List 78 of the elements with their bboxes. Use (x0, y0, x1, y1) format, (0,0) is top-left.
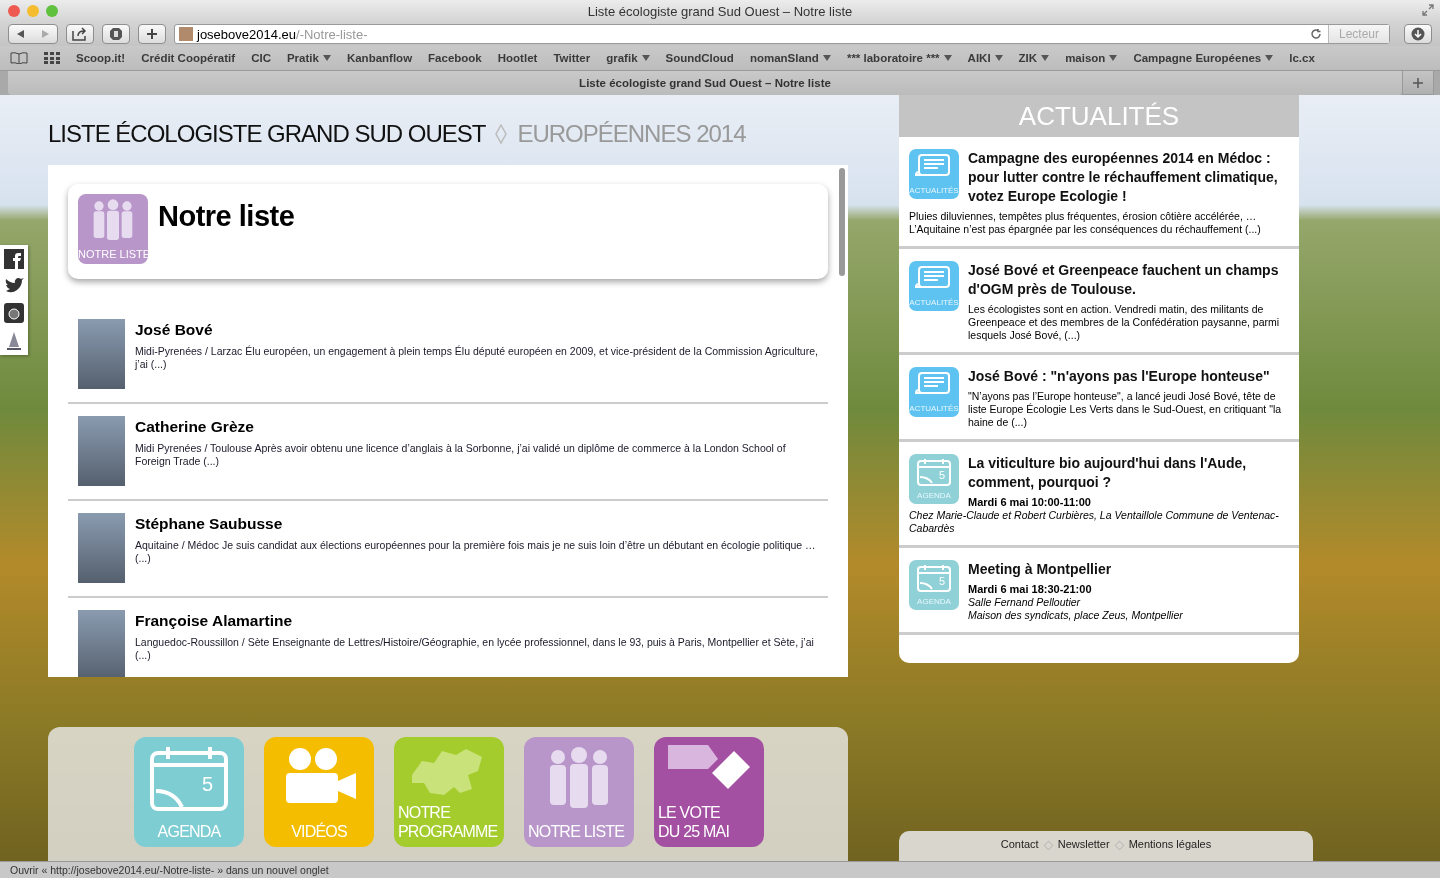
bookmark-item[interactable]: SoundCloud (665, 52, 734, 64)
candidate-name[interactable]: José Bové (135, 321, 818, 339)
status-text: Ouvrir « http://josebove2014.eu/-Notre-liste- » dans un nouvel onglet (10, 864, 329, 876)
bookmark-item[interactable]: ZIK (1018, 52, 1038, 64)
event-place: Chez Marie-Claude et Robert Curbières, La Ventaillole Commune de Ventenac-Cabardès (909, 509, 1280, 535)
photo-placeholder[interactable] (78, 416, 125, 486)
bookmark-item[interactable]: CIC (251, 52, 271, 64)
bookmark-item[interactable]: Pratik (286, 52, 319, 64)
hand-icon (109, 27, 123, 41)
candidate-summary: Aquitaine / Médoc Je suis candidat aux élections européennes pour la première fois mais je ne suis loin d’être un débutant en écologie politique … (...) (135, 539, 817, 565)
twitter-icon[interactable] (4, 277, 24, 295)
facebook-icon[interactable] (4, 249, 24, 269)
url-text: josebove2014.eu/-Notre-liste- (197, 26, 368, 42)
candidate-summary: Midi Pyrenées / Toulouse Après avoir obtenu une licence d’anglais à la Sorbonne, j’ai validé un diplôme de commerce à la London School of Foreign Trade (...) (135, 442, 787, 468)
new-tab-button[interactable] (138, 24, 166, 44)
bookmark-item[interactable]: *** laboratoire *** (846, 52, 940, 64)
event-date: Mardi 6 mai 10:00-11:00 (968, 496, 1092, 509)
reading-list-icon[interactable] (10, 52, 28, 64)
site-subtitle: EUROPÉENNES 2014 (517, 120, 746, 148)
plus-icon (146, 28, 158, 40)
download-icon (1411, 27, 1425, 41)
bookmark-item[interactable]: maison (1065, 52, 1106, 64)
news-title[interactable]: José Bové : "n'ayons pas l'Europe honteuse" (968, 367, 1289, 386)
bookmark-item[interactable]: lc.cx (1289, 52, 1315, 64)
separator-icon (1043, 840, 1054, 851)
news-heading: ACTUALITÉS (899, 95, 1299, 137)
candidate-name[interactable]: Catherine Grèze (135, 418, 818, 436)
news-summary: "N’ayons pas l’Europe honteuse", a lancé jeudi José Bové, tête de liste Europe Écologie Les Verts dans le Sud-Ouest, en critiquant "la haine de (...) (968, 390, 1283, 429)
news-title[interactable]: Campagne des européennes 2014 en Médoc : pour lutter contre le réchauffement climatique, votez Europe Ecologie ! (968, 149, 1289, 206)
nav-tile[interactable]: LE VOTE DU 25 MAI (654, 737, 764, 847)
bookmark-item[interactable]: AIKI (967, 52, 991, 64)
share-button[interactable] (66, 24, 94, 44)
bookmark-item[interactable]: Kanbanflow (346, 52, 413, 64)
photo-placeholder[interactable] (78, 513, 125, 583)
footer-link[interactable]: Mentions légales (1128, 838, 1212, 850)
window-title: Liste écologiste grand Sud Ouest – Notre liste (587, 3, 853, 19)
browser-tab[interactable]: Liste écologiste grand Sud Ouest – Notre liste (8, 71, 1402, 95)
page-title: Notre liste (158, 200, 295, 233)
plus-icon (1413, 77, 1423, 88)
photo-placeholder[interactable] (78, 319, 125, 389)
candidate-summary: Midi-Pyrenées / Larzac Élu européen, un engagement à plein temps Élu député européen en 2009, et vice-président de la Commission Agriculture, j’ai (...) (135, 345, 818, 371)
footer-link[interactable]: Newsletter (1057, 838, 1110, 850)
instagram-icon[interactable] (4, 303, 24, 323)
fullscreen-icon[interactable] (1422, 4, 1434, 16)
downloads-button[interactable] (1404, 24, 1432, 44)
event-date: Mardi 6 mai 18:30-21:00 (968, 583, 1093, 596)
bookmark-item[interactable]: Hootlet (497, 52, 538, 64)
candidate-name[interactable]: Françoise Alamartine (135, 612, 818, 630)
news-title[interactable]: José Bové et Greenpeace fauchent un champs d'OGM près de Toulouse. (968, 261, 1289, 299)
bookmark-item[interactable]: Facebook (428, 52, 482, 64)
adblock-button[interactable] (102, 24, 130, 44)
close-button[interactable] (8, 5, 20, 17)
event-place: Salle Fernand Pelloutier Maison des syndicats, place Zeus, Montpellier (968, 596, 1184, 622)
reload-icon[interactable] (1309, 28, 1322, 40)
bookmark-item[interactable]: grafik (606, 52, 638, 64)
logo-icon[interactable] (5, 331, 23, 351)
favicon-icon (179, 27, 193, 41)
bookmark-item[interactable]: Twitter (553, 52, 591, 64)
diamond-icon (495, 124, 508, 144)
news-summary: Pluies diluviennes, tempêtes plus fréquentes, érosion côtière accélérée, … L’Aquitaine n’est pas épargnée par les conséquences du réchauffement (...) (909, 210, 1262, 236)
news-summary: Les écologistes sont en action. Vendredi matin, des militants de Greenpeace et des membres de la Confédération paysanne, parmi lesquels José Bové, (...) (968, 303, 1281, 342)
back-icon[interactable] (16, 29, 26, 39)
candidate-summary: Languedoc-Roussillon / Sète Enseignante de Lettres/Histoire/Géographie, en lycée professionnel, dans le 93, puis à Paris, Montpellier et Sète, j’ai (...) (135, 636, 815, 662)
bookmark-item[interactable]: nomanSland (749, 52, 819, 64)
scrollbar-thumb[interactable] (839, 168, 845, 276)
top-sites-icon[interactable] (44, 52, 60, 64)
bookmark-item[interactable]: Scoop.it! (76, 52, 126, 64)
separator-icon (1114, 840, 1125, 851)
bookmark-item[interactable]: Crédit Coopératif (141, 52, 236, 64)
bookmark-item[interactable]: Campagne Européenes (1133, 52, 1262, 64)
news-title[interactable]: Meeting à Montpellier (968, 560, 1289, 579)
photo-placeholder[interactable] (78, 610, 125, 677)
site-title[interactable]: LISTE ÉCOLOGISTE GRAND SUD OUEST (48, 120, 486, 148)
candidate-name[interactable]: Stéphane Saubusse (135, 515, 818, 533)
share-icon (72, 27, 88, 41)
news-title[interactable]: La viticulture bio aujourd'hui dans l'Aude, comment, pourquoi ? (968, 454, 1289, 492)
footer-link[interactable]: Contact (1000, 838, 1039, 850)
address-field[interactable]: josebove2014.eu/-Notre-liste- Lecteur (174, 24, 1390, 44)
